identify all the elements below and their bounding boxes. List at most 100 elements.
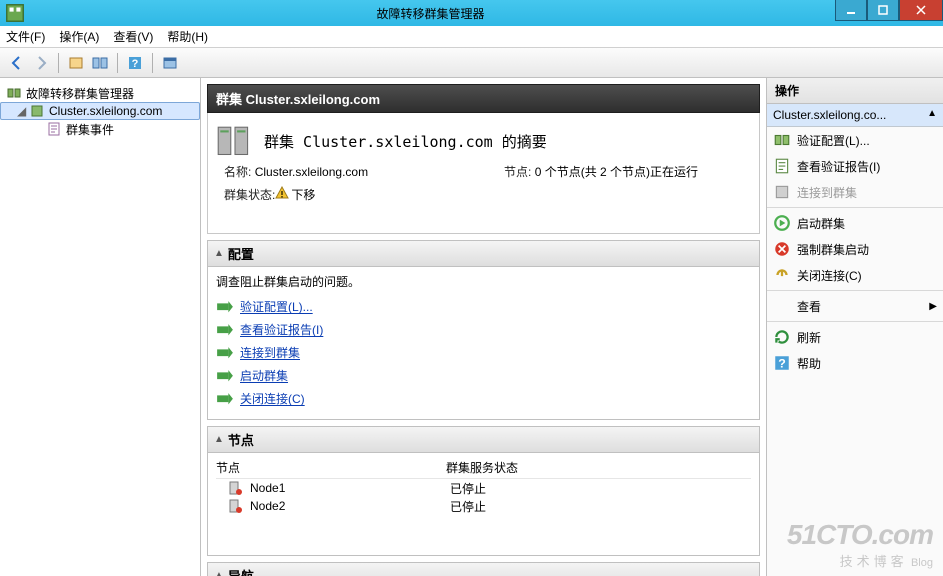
arrow-icon — [216, 346, 234, 360]
events-icon — [46, 121, 62, 137]
cluster-header: 群集 Cluster.sxleilong.com — [207, 84, 760, 113]
name-value: Cluster.sxleilong.com — [255, 165, 368, 179]
warning-icon — [275, 186, 289, 200]
tree-events[interactable]: 群集事件 — [0, 120, 200, 138]
action-close-conn[interactable]: 关闭连接(C) — [767, 262, 943, 288]
window-title: 故障转移群集管理器 — [26, 5, 835, 22]
node-status: 已停止 — [450, 498, 650, 515]
close-conn-icon — [773, 266, 791, 284]
header-prefix: 群集 — [216, 92, 242, 107]
force-start-icon — [773, 240, 791, 258]
toolbar-divider — [58, 53, 59, 73]
tree-root-label: 故障转移群集管理器 — [26, 85, 134, 102]
collapse-icon: ▲ — [214, 248, 224, 259]
toolbar-divider — [152, 53, 153, 73]
status-value: 下移 — [291, 186, 315, 203]
menu-file[interactable]: 文件(F) — [6, 28, 45, 45]
node-stopped-icon — [228, 481, 246, 495]
show-hide-tree-button[interactable] — [65, 52, 87, 74]
center-pane: 群集 Cluster.sxleilong.com 群集 Cluster.sxle… — [201, 78, 767, 576]
menu-action[interactable]: 操作(A) — [59, 28, 99, 45]
config-header[interactable]: ▲配置 — [208, 241, 759, 267]
menu-help[interactable]: 帮助(H) — [167, 28, 208, 45]
node-count-label: 节点: — [504, 165, 531, 179]
collapse-icon: ▲ — [214, 434, 224, 445]
tree-root[interactable]: 故障转移群集管理器 — [0, 84, 200, 102]
action-force-start[interactable]: 强制群集启动 — [767, 236, 943, 262]
node-name: Node2 — [250, 499, 450, 513]
summary-block: 群集 Cluster.sxleilong.com 的摘要 名称: Cluster… — [207, 113, 760, 234]
actions-subtitle[interactable]: Cluster.sxleilong.co... ▲ — [767, 104, 943, 127]
action-connect: 连接到群集 — [767, 179, 943, 205]
help-icon: ? — [773, 354, 791, 372]
report-icon — [773, 157, 791, 175]
action-help[interactable]: ?帮助 — [767, 350, 943, 376]
arrow-icon — [216, 323, 234, 337]
maximize-button[interactable] — [867, 0, 899, 21]
action-refresh[interactable]: 刷新 — [767, 324, 943, 350]
title-bar: 故障转移群集管理器 — [0, 0, 943, 26]
link-start-cluster[interactable]: 启动群集 — [216, 367, 751, 384]
expand-icon[interactable]: ◢ — [17, 104, 29, 118]
tree-events-label: 群集事件 — [66, 121, 114, 138]
tree-pane: 故障转移群集管理器 ◢ Cluster.sxleilong.com 群集事件 — [0, 78, 201, 576]
node-status: 已停止 — [450, 480, 650, 497]
svg-text:?: ? — [778, 357, 786, 371]
header-name: Cluster.sxleilong.com — [246, 92, 380, 107]
config-section: ▲配置 调查阻止群集启动的问题。 验证配置(L)... 查看验证报告(I) 连接… — [207, 240, 760, 420]
toolbar-divider — [117, 53, 118, 73]
tree-cluster-label: Cluster.sxleilong.com — [49, 104, 162, 118]
close-button[interactable] — [899, 0, 943, 21]
nodes-section: ▲节点 节点 群集服务状态 Node1 已停止 Node2 已停止 — [207, 426, 760, 556]
cluster-manager-icon — [6, 85, 22, 101]
node-name: Node1 — [250, 481, 450, 495]
help-toolbar-button[interactable]: ? — [124, 52, 146, 74]
node-row[interactable]: Node1 已停止 — [216, 479, 751, 497]
start-icon — [773, 214, 791, 232]
nav-forward-button[interactable] — [30, 52, 52, 74]
nav-back-button[interactable] — [6, 52, 28, 74]
actions-pane-button[interactable] — [159, 52, 181, 74]
col-node: 节点 — [216, 459, 446, 478]
arrow-icon — [216, 392, 234, 406]
cluster-icon — [29, 103, 45, 119]
nodes-header[interactable]: ▲节点 — [208, 427, 759, 453]
arrow-icon — [216, 300, 234, 314]
toolbar: ? — [0, 48, 943, 78]
connect-icon — [773, 183, 791, 201]
action-validate[interactable]: 验证配置(L)... — [767, 127, 943, 153]
submenu-arrow-icon: ▶ — [929, 301, 937, 312]
link-view-report[interactable]: 查看验证报告(I) — [216, 321, 751, 338]
config-hint: 调查阻止群集启动的问题。 — [216, 273, 751, 290]
status-label: 群集状态: — [224, 186, 275, 203]
minimize-button[interactable] — [835, 0, 867, 21]
layout-button[interactable] — [89, 52, 111, 74]
summary-title: 群集 Cluster.sxleilong.com 的摘要 — [264, 131, 547, 152]
tree-cluster[interactable]: ◢ Cluster.sxleilong.com — [0, 102, 200, 120]
refresh-icon — [773, 328, 791, 346]
col-status: 群集服务状态 — [446, 459, 646, 478]
actions-title: 操作 — [767, 78, 943, 104]
action-view-report[interactable]: 查看验证报告(I) — [767, 153, 943, 179]
name-label: 名称: — [224, 165, 251, 179]
link-close-connection[interactable]: 关闭连接(C) — [216, 390, 751, 407]
action-start[interactable]: 启动群集 — [767, 210, 943, 236]
node-count-value: 0 个节点(共 2 个节点)正在运行 — [535, 165, 698, 179]
actions-pane: 操作 Cluster.sxleilong.co... ▲ 验证配置(L)... … — [767, 78, 943, 576]
server-icon — [214, 123, 256, 159]
node-row[interactable]: Node2 已停止 — [216, 497, 751, 515]
svg-text:?: ? — [132, 58, 139, 70]
dropdown-icon[interactable]: ▲ — [927, 108, 937, 122]
action-view[interactable]: 查看▶ — [767, 293, 943, 319]
collapse-icon: ▲ — [214, 570, 224, 576]
app-icon — [4, 2, 26, 24]
arrow-icon — [216, 369, 234, 383]
nav-section: ▲导航 群集事件 — [207, 562, 760, 576]
validate-icon — [773, 131, 791, 149]
node-stopped-icon — [228, 499, 246, 513]
menu-view[interactable]: 查看(V) — [113, 28, 153, 45]
link-validate[interactable]: 验证配置(L)... — [216, 298, 751, 315]
menu-bar: 文件(F) 操作(A) 查看(V) 帮助(H) — [0, 26, 943, 48]
nav-header[interactable]: ▲导航 — [208, 563, 759, 576]
link-connect[interactable]: 连接到群集 — [216, 344, 751, 361]
